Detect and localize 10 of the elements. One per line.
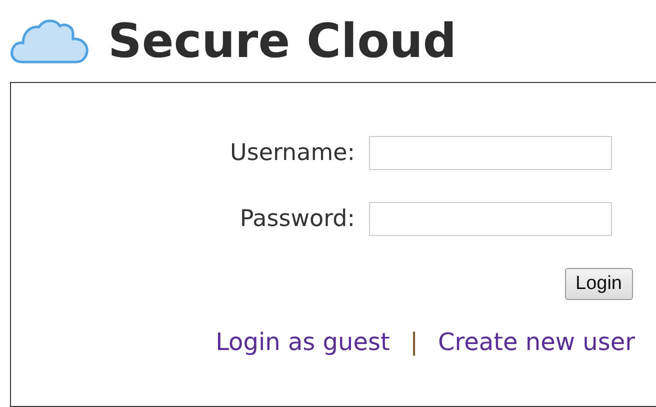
input-field[interactable] [369,136,612,170]
input-field[interactable] [369,202,612,236]
page-title: Secure Cloud [108,18,456,64]
field-label: Username: [230,140,355,166]
cloud-icon [10,18,90,64]
field-label: Password: [240,206,355,232]
login-button[interactable]: Login [564,268,633,300]
link[interactable]: Login as guest [216,328,390,356]
separator: | [410,328,418,356]
link[interactable]: Create new user [438,328,635,356]
